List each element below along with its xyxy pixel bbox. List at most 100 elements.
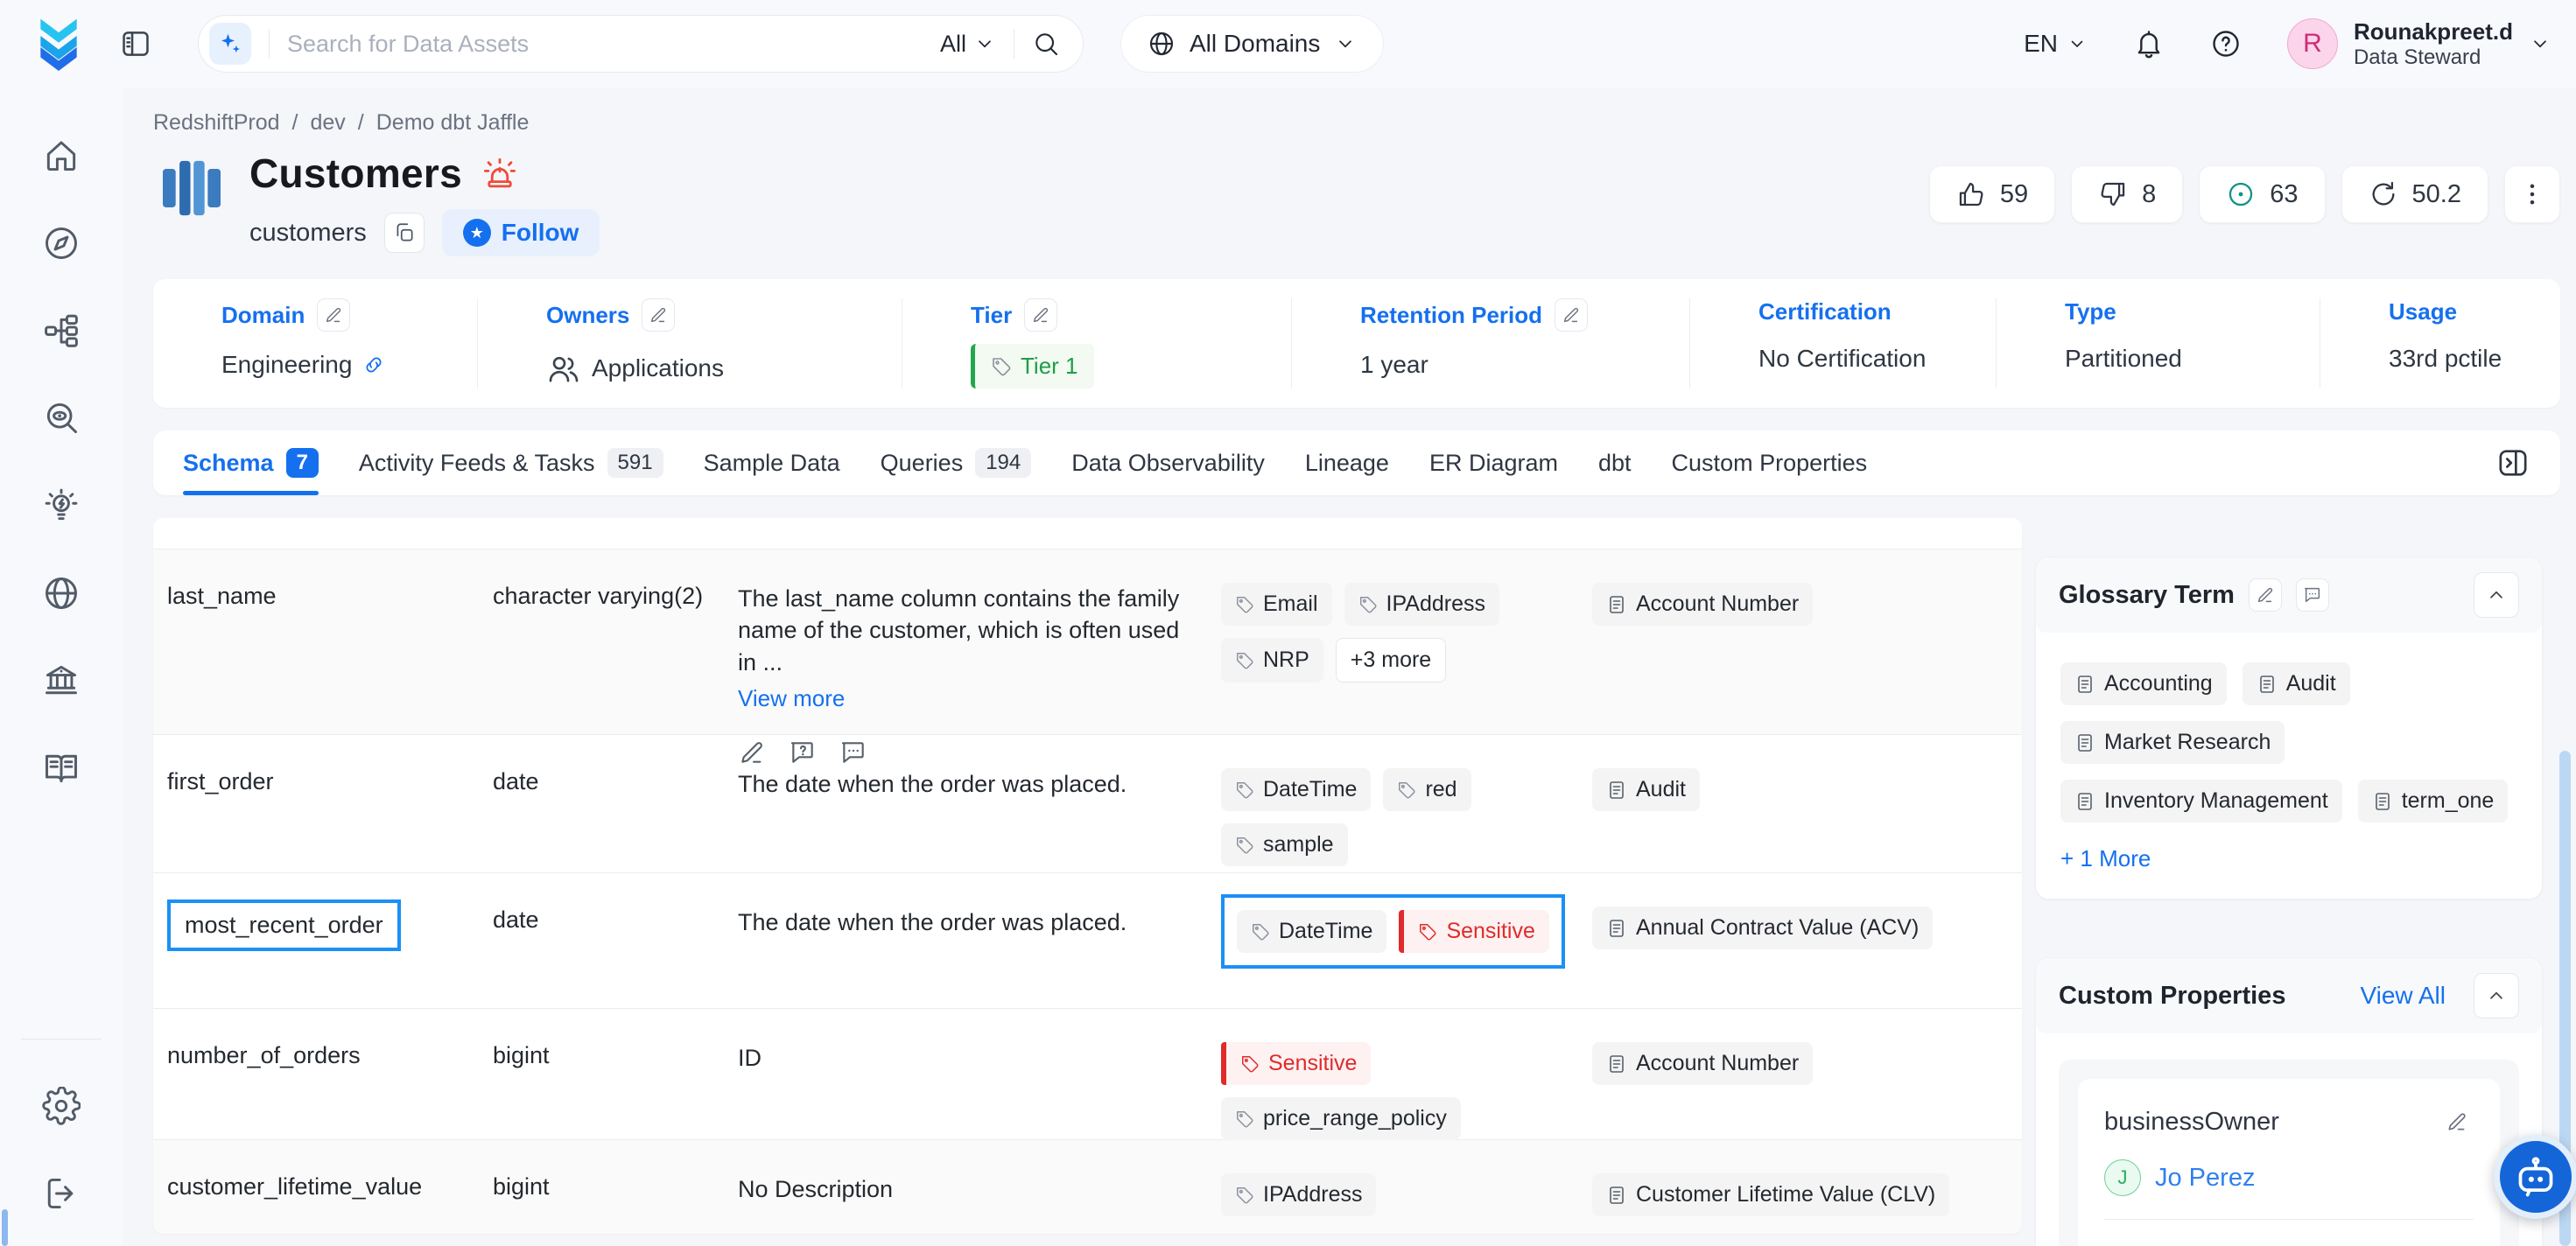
usage-value: 33rd pctile	[2389, 345, 2502, 373]
edit-retention-button[interactable]	[1555, 298, 1588, 332]
column-name-highlighted[interactable]: most_recent_order	[167, 900, 401, 951]
tier-badge[interactable]: Tier 1	[971, 344, 1094, 388]
alert-siren-icon[interactable]	[481, 155, 518, 192]
glossary-term-chip[interactable]: Account Number	[1592, 583, 1813, 626]
notifications-bell-icon[interactable]	[2133, 28, 2165, 60]
sidebar-item-explore[interactable]	[42, 200, 81, 287]
owners-value[interactable]: Applications	[592, 354, 724, 382]
glossary-term-chip[interactable]: Annual Contract Value (ACV)	[1592, 906, 1933, 949]
tab-er-diagram[interactable]: ER Diagram	[1429, 430, 1558, 495]
book-icon	[2074, 674, 2095, 695]
edit-business-owner-button[interactable]	[2440, 1105, 2474, 1138]
downvote-button[interactable]: 8	[2071, 165, 2183, 223]
sensitive-tag-chip[interactable]: Sensitive	[1399, 910, 1548, 953]
table-row[interactable]: first_order date The date when the order…	[153, 735, 2022, 873]
sidebar-item-lineage[interactable]	[42, 287, 81, 374]
sidebar-item-domains[interactable]	[42, 550, 81, 637]
app-logo-icon[interactable]	[32, 14, 86, 74]
tab-lineage[interactable]: Lineage	[1305, 430, 1389, 495]
search-scope-dropdown[interactable]: All	[940, 31, 996, 58]
chatbot-button[interactable]	[2494, 1135, 2576, 1219]
tag-chip[interactable]: IPAddress	[1344, 583, 1499, 626]
table-row[interactable]: number_of_orders bigint ID Sensitive pri…	[153, 1009, 2022, 1140]
more-actions-button[interactable]	[2504, 165, 2560, 223]
glossary-term-chip[interactable]: Account Number	[1592, 1042, 1813, 1085]
breadcrumb-schema[interactable]: Demo dbt Jaffle	[376, 110, 530, 136]
sidebar-item-govern[interactable]	[42, 637, 81, 724]
upvote-button[interactable]: 59	[1929, 165, 2055, 223]
breadcrumb-service[interactable]: RedshiftProd	[153, 110, 280, 136]
glossary-term-chip[interactable]: Audit	[2243, 662, 2350, 705]
glossary-more-link[interactable]: + 1 More	[2060, 845, 2517, 872]
sidebar-scrollbar[interactable]	[2, 1209, 8, 1246]
column-name[interactable]: number_of_orders	[153, 1009, 479, 1158]
tag-icon	[1397, 780, 1416, 800]
usage-score-button[interactable]: 50.2	[2341, 165, 2488, 223]
tab-activity-feeds[interactable]: Activity Feeds & Tasks591	[359, 430, 663, 495]
tab-custom-properties[interactable]: Custom Properties	[1672, 430, 1868, 495]
sidebar-item-settings[interactable]	[42, 1062, 81, 1150]
glossary-term-chip[interactable]: Customer Lifetime Value (CLV)	[1592, 1173, 1949, 1216]
collapse-glossary-button[interactable]	[2474, 572, 2519, 618]
view-more-link[interactable]: View more	[738, 685, 1190, 712]
table-row[interactable]: last_name character varying(2) The last_…	[153, 550, 2022, 735]
search-input[interactable]	[287, 31, 940, 58]
glossary-term-chip[interactable]: Market Research	[2060, 721, 2285, 764]
sidebar-item-logout[interactable]	[42, 1150, 81, 1237]
glossary-term-chip[interactable]: term_one	[2358, 780, 2509, 822]
column-name[interactable]: customer_lifetime_value	[153, 1140, 479, 1234]
glossary-request-button[interactable]	[2296, 578, 2329, 612]
column-name[interactable]: first_order	[153, 735, 479, 884]
glossary-term-chip[interactable]: Accounting	[2060, 662, 2227, 705]
tab-data-observability[interactable]: Data Observability	[1071, 430, 1265, 495]
more-tags-chip[interactable]: +3 more	[1336, 638, 1446, 682]
table-row-selected[interactable]: most_recent_order date The date when the…	[153, 873, 2022, 1009]
collapse-panel-icon[interactable]	[2495, 445, 2530, 480]
tab-dbt[interactable]: dbt	[1598, 430, 1632, 495]
edit-tier-button[interactable]	[1024, 298, 1057, 332]
breadcrumb-database[interactable]: dev	[310, 110, 345, 136]
glossary-term-chip[interactable]: Audit	[1592, 768, 1700, 811]
glossary-term-chip[interactable]: Inventory Management	[2060, 780, 2342, 822]
tag-chip[interactable]: DateTime	[1221, 768, 1371, 811]
language-selector[interactable]: EN	[2024, 30, 2088, 58]
collapse-custom-properties-button[interactable]	[2474, 973, 2519, 1018]
top-bar: All All Domains EN R Rounakpreet.d Data	[0, 0, 2576, 88]
global-search-bar[interactable]: All	[198, 15, 1084, 73]
sidebar-item-observability[interactable]	[42, 374, 81, 462]
tab-sample-data[interactable]: Sample Data	[704, 430, 840, 495]
tag-chip[interactable]: DateTime	[1237, 910, 1386, 953]
entity-header: Customers customers ★ Follow 59 8	[153, 150, 2560, 256]
domain-value[interactable]: Engineering	[221, 351, 352, 379]
sensitive-tag-chip[interactable]: Sensitive	[1221, 1042, 1371, 1085]
owner-link[interactable]: Jo Perez	[2155, 1164, 2255, 1193]
link-icon[interactable]	[362, 354, 385, 376]
all-domains-button[interactable]: All Domains	[1120, 15, 1384, 73]
user-avatar[interactable]: R	[2287, 18, 2338, 69]
edit-domain-button[interactable]	[317, 298, 350, 332]
sidebar-item-home[interactable]	[42, 112, 81, 200]
sidebar-item-insights[interactable]	[42, 462, 81, 550]
help-icon[interactable]	[2210, 28, 2242, 60]
sidebar-item-glossary[interactable]	[42, 724, 81, 812]
edit-certified-button[interactable]	[2440, 1242, 2474, 1246]
user-menu[interactable]: R Rounakpreet.d Data Steward	[2287, 18, 2551, 71]
copy-name-button[interactable]	[384, 213, 425, 253]
edit-owners-button[interactable]	[642, 298, 675, 332]
tag-chip[interactable]: NRP	[1221, 638, 1323, 682]
tab-schema[interactable]: Schema7	[183, 430, 319, 495]
edit-glossary-button[interactable]	[2249, 578, 2282, 612]
tag-chip[interactable]: red	[1383, 768, 1470, 811]
search-icon[interactable]	[1032, 30, 1060, 58]
tab-queries[interactable]: Queries194	[881, 430, 1032, 495]
view-all-link[interactable]: View All	[2360, 982, 2446, 1010]
follow-button[interactable]: ★ Follow	[442, 209, 600, 256]
table-row[interactable]: customer_lifetime_value bigint No Descri…	[153, 1140, 2022, 1234]
tag-chip[interactable]: IPAddress	[1221, 1173, 1376, 1216]
sidebar-toggle-icon[interactable]	[119, 27, 152, 60]
tag-chip[interactable]: Email	[1221, 583, 1332, 626]
tag-chip[interactable]: sample	[1221, 823, 1348, 866]
ai-sparkle-icon[interactable]	[209, 23, 251, 65]
tag-chip[interactable]: price_range_policy	[1221, 1097, 1461, 1140]
health-score-button[interactable]: 63	[2199, 165, 2325, 223]
